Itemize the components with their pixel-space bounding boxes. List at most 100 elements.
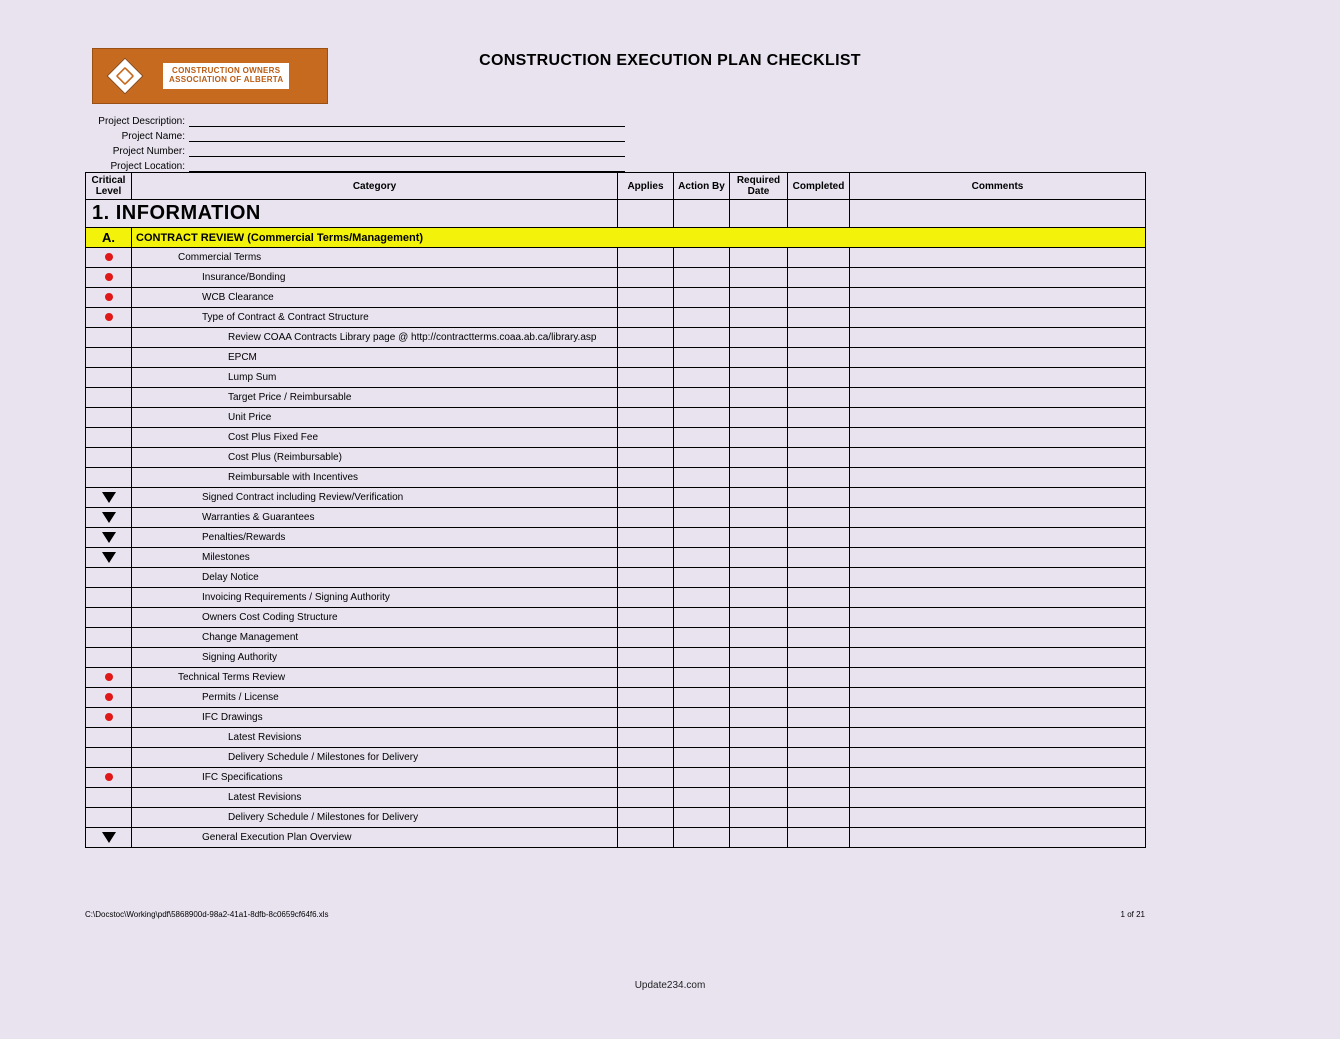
col-category: Category	[132, 173, 618, 200]
category-cell: Cost Plus Fixed Fee	[132, 428, 618, 448]
table-row: EPCM	[86, 348, 1146, 368]
critical-dot-icon	[105, 773, 113, 781]
cell	[674, 528, 730, 548]
cell	[730, 828, 788, 848]
cell	[674, 548, 730, 568]
cell	[850, 768, 1146, 788]
document-title: CONSTRUCTION EXECUTION PLAN CHECKLIST	[0, 52, 1340, 70]
cell	[618, 288, 674, 308]
critical-dot-icon	[105, 313, 113, 321]
cell	[730, 408, 788, 428]
cell	[730, 808, 788, 828]
critical-cell	[86, 568, 132, 588]
meta-label: Project Location:	[85, 161, 189, 172]
cell	[618, 568, 674, 588]
critical-cell	[86, 548, 132, 568]
cell	[674, 488, 730, 508]
category-cell: Owners Cost Coding Structure	[132, 608, 618, 628]
critical-cell	[86, 768, 132, 788]
cell	[618, 488, 674, 508]
cell	[618, 788, 674, 808]
cell	[788, 308, 850, 328]
cell	[850, 608, 1146, 628]
project-meta: Project Description: Project Name: Proje…	[85, 112, 625, 172]
cell	[788, 248, 850, 268]
critical-triangle-icon	[102, 552, 116, 563]
cell	[618, 468, 674, 488]
category-cell: Delay Notice	[132, 568, 618, 588]
cell	[850, 528, 1146, 548]
cell	[618, 608, 674, 628]
col-required-date: Required Date	[730, 173, 788, 200]
table-row: Invoicing Requirements / Signing Authori…	[86, 588, 1146, 608]
category-cell: Reimbursable with Incentives	[132, 468, 618, 488]
meta-underline	[189, 115, 625, 127]
cell	[850, 628, 1146, 648]
critical-cell	[86, 588, 132, 608]
cell	[788, 588, 850, 608]
cell	[850, 548, 1146, 568]
table-row: IFC Specifications	[86, 768, 1146, 788]
cell	[788, 708, 850, 728]
cell	[788, 200, 850, 228]
subsection-row: A. CONTRACT REVIEW (Commercial Terms/Man…	[86, 228, 1146, 248]
cell	[730, 348, 788, 368]
cell	[850, 748, 1146, 768]
category-cell: WCB Clearance	[132, 288, 618, 308]
table-row: Target Price / Reimbursable	[86, 388, 1146, 408]
cell	[674, 828, 730, 848]
table-row: Insurance/Bonding	[86, 268, 1146, 288]
critical-cell	[86, 288, 132, 308]
cell	[674, 768, 730, 788]
critical-cell	[86, 828, 132, 848]
critical-cell	[86, 608, 132, 628]
cell	[788, 348, 850, 368]
critical-cell	[86, 408, 132, 428]
meta-underline	[189, 130, 625, 142]
category-cell: Penalties/Rewards	[132, 528, 618, 548]
cell	[618, 448, 674, 468]
section-row: 1. INFORMATION	[86, 200, 1146, 228]
critical-cell	[86, 308, 132, 328]
cell	[788, 468, 850, 488]
critical-cell	[86, 328, 132, 348]
table-row: WCB Clearance	[86, 288, 1146, 308]
cell	[674, 328, 730, 348]
critical-cell	[86, 668, 132, 688]
cell	[730, 608, 788, 628]
category-cell: Insurance/Bonding	[132, 268, 618, 288]
table-row: Review COAA Contracts Library page @ htt…	[86, 328, 1146, 348]
cell	[730, 200, 788, 228]
cell	[618, 528, 674, 548]
cell	[850, 728, 1146, 748]
cell	[618, 368, 674, 388]
table-row: Delivery Schedule / Milestones for Deliv…	[86, 748, 1146, 768]
cell	[788, 368, 850, 388]
critical-dot-icon	[105, 673, 113, 681]
cell	[850, 468, 1146, 488]
cell	[674, 808, 730, 828]
cell	[850, 200, 1146, 228]
cell	[618, 348, 674, 368]
critical-cell	[86, 788, 132, 808]
cell	[618, 200, 674, 228]
cell	[618, 308, 674, 328]
cell	[674, 748, 730, 768]
cell	[850, 588, 1146, 608]
cell	[850, 688, 1146, 708]
cell	[730, 268, 788, 288]
cell	[674, 628, 730, 648]
table-row: Technical Terms Review	[86, 668, 1146, 688]
critical-cell	[86, 248, 132, 268]
header-row: Critical Level Category Applies Action B…	[86, 173, 1146, 200]
cell	[788, 328, 850, 348]
cell	[850, 808, 1146, 828]
category-cell: Unit Price	[132, 408, 618, 428]
table-row: Permits / License	[86, 688, 1146, 708]
subsection-title: CONTRACT REVIEW (Commercial Terms/Manage…	[132, 228, 1146, 248]
cell	[788, 568, 850, 588]
cell	[730, 448, 788, 468]
cell	[674, 728, 730, 748]
meta-underline	[189, 145, 625, 157]
cell	[730, 368, 788, 388]
